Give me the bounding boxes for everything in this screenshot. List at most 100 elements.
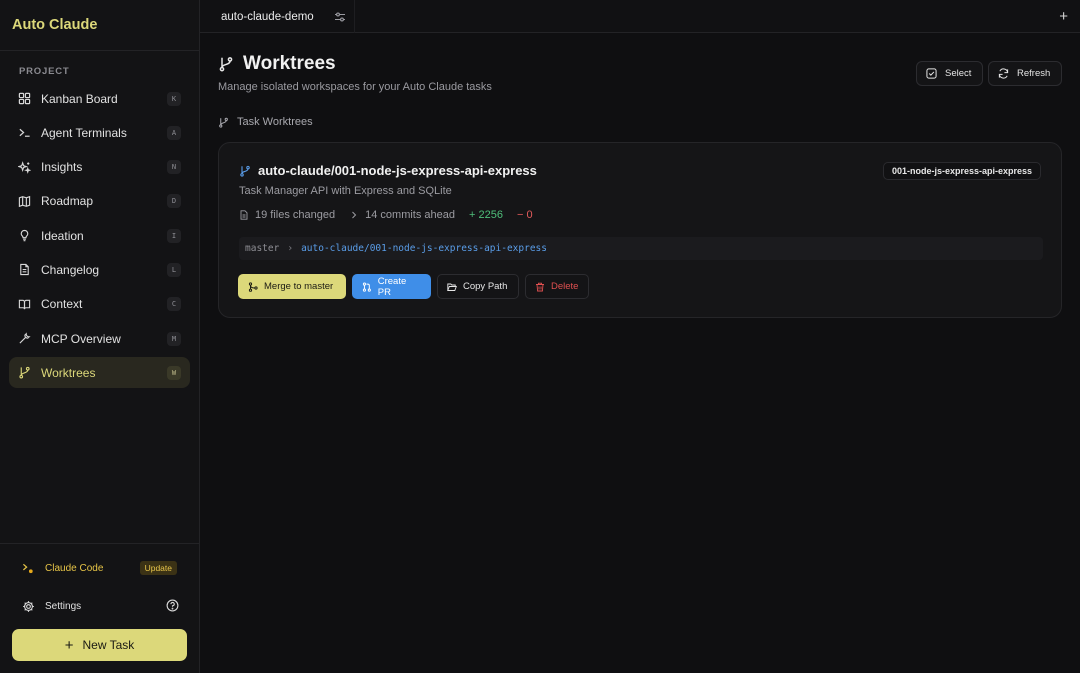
new-task-button[interactable]: + New Task <box>12 629 187 661</box>
shortcut-key: C <box>167 297 181 312</box>
sidebar-item-mcp-overview[interactable]: MCP Overview M <box>9 323 190 354</box>
sliders-icon[interactable] <box>334 10 346 22</box>
shortcut-key: W <box>167 365 181 380</box>
sidebar-item-label: Insights <box>41 160 83 175</box>
refresh-label: Refresh <box>1017 68 1051 79</box>
sidebar-item-label: Context <box>41 297 83 312</box>
sidebar-item-label: MCP Overview <box>41 331 121 346</box>
base-branch: master <box>245 243 280 254</box>
sidebar-item-worktrees[interactable]: Worktrees W <box>9 357 190 389</box>
main-content: Worktrees Manage isolated workspaces for… <box>200 33 1080 673</box>
folder-open-icon <box>447 283 457 291</box>
page-title: Worktrees <box>218 53 336 75</box>
target-branch: auto-claude/001-node-js-express-api-expr… <box>301 243 548 254</box>
deletions-count: − 0 <box>516 209 533 221</box>
grid-icon <box>18 92 31 105</box>
update-badge[interactable]: Update <box>139 561 177 575</box>
files-changed-text: 19 files changed <box>255 209 336 221</box>
claude-code-status[interactable]: Claude Code Update <box>12 544 187 592</box>
sidebar-item-label: Changelog <box>41 262 100 277</box>
file-icon <box>239 210 249 220</box>
refresh-icon <box>998 68 1009 79</box>
top-bar: auto-claude-demo + <box>200 0 1080 33</box>
worktree-card: auto-claude/001-node-js-express-api-expr… <box>218 142 1062 318</box>
terminal-icon <box>18 126 31 139</box>
app-title: Auto Claude <box>0 0 199 51</box>
new-task-label: New Task <box>82 638 135 652</box>
book-open-icon <box>18 298 31 311</box>
branch-path: master › auto-claude/001-node-js-express… <box>239 237 1043 260</box>
commits-ahead-text: 14 commits ahead <box>365 209 456 221</box>
git-branch-icon <box>219 57 233 72</box>
tab-project[interactable]: auto-claude-demo <box>200 0 355 33</box>
files-changed: 19 files changed <box>239 209 335 221</box>
sidebar-item-changelog[interactable]: Changelog L <box>9 254 190 285</box>
tab-label: auto-claude-demo <box>221 10 314 23</box>
sidebar: Auto Claude PROJECT Kanban Board K Agent… <box>0 0 200 673</box>
select-button[interactable]: Select <box>916 61 983 86</box>
branch-name: auto-claude/001-node-js-express-api-expr… <box>239 163 537 178</box>
sidebar-item-agent-terminals[interactable]: Agent Terminals A <box>9 117 190 148</box>
merge-label: Merge to master <box>264 281 334 292</box>
sidebar-item-label: Roadmap <box>41 194 94 209</box>
create-pr-button[interactable]: Create PR <box>352 274 431 299</box>
help-icon[interactable] <box>166 599 179 612</box>
chevron-right-icon: › <box>287 243 294 254</box>
trash-icon <box>536 282 544 291</box>
sidebar-item-label: Agent Terminals <box>41 125 127 140</box>
worktree-description: Task Manager API with Express and SQLite <box>239 185 452 197</box>
map-icon <box>18 195 31 208</box>
shortcut-key: N <box>167 160 181 175</box>
shortcut-key: I <box>167 228 181 243</box>
task-id-badge: 001-node-js-express-api-express <box>882 162 1041 180</box>
sidebar-item-context[interactable]: Context C <box>9 289 190 320</box>
select-label: Select <box>945 68 972 79</box>
section-heading-text: Task Worktrees <box>237 116 313 128</box>
sidebar-item-label: Ideation <box>41 228 84 243</box>
sidebar-footer: Claude Code Update Settings + New Task <box>0 543 199 673</box>
create-pr-label: Create PR <box>377 275 407 298</box>
shortcut-key: M <box>167 331 181 346</box>
merge-button[interactable]: Merge to master <box>238 274 346 299</box>
shortcut-key: D <box>167 194 181 209</box>
sparkles-icon <box>18 160 31 174</box>
sidebar-item-roadmap[interactable]: Roadmap D <box>9 186 190 217</box>
plus-icon: + <box>64 636 74 654</box>
copy-path-label: Copy Path <box>463 281 508 292</box>
claude-code-label: Claude Code <box>45 562 104 574</box>
branch-name-text: auto-claude/001-node-js-express-api-expr… <box>258 163 537 178</box>
git-pull-request-icon <box>362 282 371 292</box>
terminal-status-icon <box>22 562 35 575</box>
sidebar-nav: Kanban Board K Agent Terminals A Insight… <box>0 83 199 392</box>
gear-icon <box>22 600 35 613</box>
file-text-icon <box>18 263 31 276</box>
sidebar-item-insights[interactable]: Insights N <box>9 152 190 183</box>
additions-count: + 2256 <box>469 209 503 221</box>
shortcut-key: K <box>167 91 181 106</box>
shortcut-key: L <box>167 262 181 277</box>
lightbulb-icon <box>18 229 31 242</box>
settings-label: Settings <box>45 600 82 612</box>
git-branch-icon <box>18 366 31 379</box>
sidebar-item-label: Kanban Board <box>41 91 118 106</box>
git-branch-icon <box>240 165 250 177</box>
shortcut-key: A <box>167 125 181 140</box>
commits-ahead: 14 commits ahead <box>349 209 455 221</box>
worktree-stats: 19 files changed 14 commits ahead + 2256… <box>239 209 533 221</box>
page-title-text: Worktrees <box>243 53 336 74</box>
delete-button[interactable]: Delete <box>525 274 589 299</box>
settings-button[interactable]: Settings <box>12 592 187 620</box>
worktree-actions: Merge to master Create PR Copy Path Dele… <box>238 274 595 299</box>
sidebar-item-ideation[interactable]: Ideation I <box>9 220 190 251</box>
copy-path-button[interactable]: Copy Path <box>437 274 519 299</box>
sidebar-section-label: PROJECT <box>19 66 70 77</box>
section-heading: Task Worktrees <box>218 116 313 128</box>
delete-label: Delete <box>551 281 579 292</box>
sidebar-item-kanban-board[interactable]: Kanban Board K <box>9 83 190 114</box>
sidebar-item-label: Worktrees <box>41 365 96 380</box>
refresh-button[interactable]: Refresh <box>988 61 1062 86</box>
checkbox-icon <box>926 68 937 79</box>
add-tab-icon[interactable]: + <box>1059 8 1068 25</box>
git-merge-icon <box>248 281 258 292</box>
wrench-icon <box>18 332 31 345</box>
